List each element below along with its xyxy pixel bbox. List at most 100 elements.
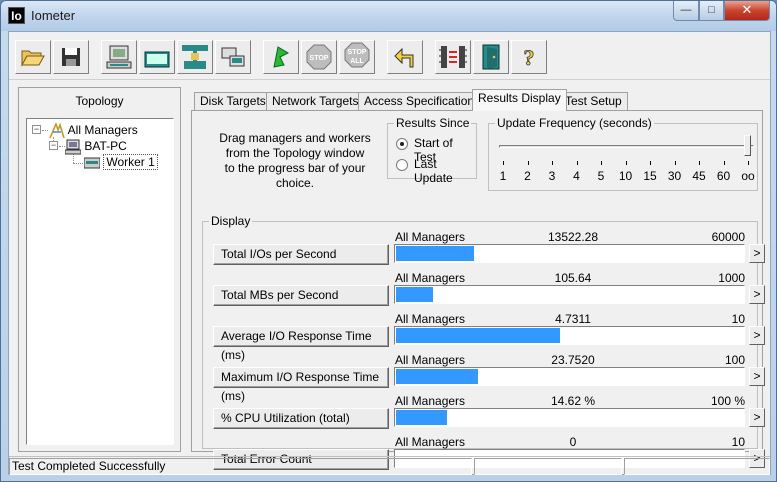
frequency-tick [650, 161, 651, 165]
metric-progress-bar[interactable] [394, 285, 745, 304]
results-display-panel: Drag managers and workers from the Topol… [191, 110, 765, 470]
start-network-worker-button[interactable] [139, 40, 175, 74]
frequency-tick-label: 5 [597, 169, 605, 183]
minimize-button[interactable]: — [673, 1, 699, 21]
frequency-tick [576, 161, 578, 165]
results-since-label: Results Since [394, 116, 472, 130]
open-config-button[interactable] [15, 40, 51, 74]
metric-select-button[interactable]: Average I/O Response Time (ms) [213, 326, 389, 362]
metric-max: 1000 [718, 271, 745, 285]
toolbar: STOP STOP ALL ? [9, 32, 770, 80]
display-group: Display All Managers 13522.28 60000 Total I… [202, 214, 765, 470]
update-frequency-label: Update Frequency (seconds) [495, 116, 654, 130]
frequency-tick-label: 1 [499, 169, 507, 183]
collapse-manager-toggle[interactable]: − [49, 141, 58, 150]
tab-test-setup[interactable]: Test Setup [559, 92, 628, 111]
frequency-tick-label: 10 [618, 169, 633, 183]
folder-open-icon [21, 50, 45, 67]
topology-title: Topology [75, 94, 124, 108]
frequency-tick [503, 161, 504, 165]
metric-more-button[interactable]: > [749, 326, 765, 345]
stop-all-label: STOP [348, 49, 367, 56]
network-worker-icon [144, 51, 170, 68]
metric-more-button[interactable]: > [749, 244, 765, 263]
maximize-button[interactable]: □ [699, 1, 724, 21]
tab-results-display[interactable]: Results Display [472, 89, 567, 111]
metric-progress-fill [396, 287, 433, 302]
metric-progress-fill [396, 328, 560, 343]
status-pane-3 [624, 458, 770, 475]
stop-test-button[interactable]: STOP [301, 40, 337, 74]
metric-max: 10 [731, 312, 745, 326]
frequency-tick-label: 4 [573, 169, 580, 183]
copy-worker-button[interactable] [215, 40, 251, 74]
metric-select-button[interactable]: % CPU Utilization (total) [213, 408, 389, 429]
duplicate-worker-icon [221, 47, 245, 67]
metric-progress-bar[interactable] [394, 367, 745, 386]
tree-node-manager[interactable]: BAT-PC [64, 138, 127, 155]
metric-select-button[interactable]: Total I/Os per Second [213, 244, 389, 265]
metric-max: 60000 [711, 230, 745, 244]
start-tests-button[interactable] [263, 40, 299, 74]
metric-value: 0 [569, 435, 577, 449]
metric-more-button[interactable]: > [749, 408, 765, 427]
title-bar[interactable]: Io Iometer — □ ✕ [1, 1, 776, 31]
worker-label: Worker 1 [103, 154, 158, 170]
metric-select-button[interactable]: Maximum I/O Response Time (ms) [213, 367, 389, 403]
metric-manager-label: All Managers [395, 394, 466, 408]
display-label: Display [209, 214, 253, 228]
tab-network-targets[interactable]: Network Targets [266, 92, 365, 111]
update-frequency-thumb[interactable] [744, 135, 751, 156]
results-since-group: Results Since Start of Test Last Update [387, 116, 477, 185]
last-update-radio[interactable] [396, 159, 408, 171]
frequency-tick-label: 30 [667, 169, 682, 183]
metric-progress-bar[interactable] [394, 408, 745, 427]
metric-value: 14.62 % [550, 394, 596, 408]
manager-computer-icon [64, 139, 82, 155]
metric-max: 100 % [710, 394, 745, 408]
frequency-tick [552, 161, 553, 165]
update-frequency-group: Update Frequency (seconds) 1 2 3 4 5 10 15 30 45… [488, 116, 758, 191]
close-button[interactable]: ✕ [724, 1, 770, 21]
network-pipe-icon [182, 45, 208, 69]
metric-progress-bar[interactable] [394, 326, 745, 345]
tree-node-all-managers[interactable]: All Managers [49, 121, 138, 139]
start-of-test-radio[interactable] [396, 138, 408, 150]
metric-manager-label: All Managers [395, 353, 466, 367]
metric-value: 13522.28 [547, 230, 599, 244]
computer-icon [106, 45, 132, 69]
metric-more-button[interactable]: > [749, 367, 765, 386]
metric-progress-fill [396, 246, 474, 261]
reset-arrow-icon [394, 47, 414, 68]
frequency-tick [748, 161, 749, 165]
tab-access-specifications[interactable]: Access Specifications [358, 92, 487, 111]
metric-more-button[interactable]: > [749, 285, 765, 304]
update-frequency-track[interactable] [499, 145, 754, 148]
last-update-label: Last Update [414, 157, 453, 185]
frequency-tick-label: 3 [548, 169, 556, 183]
topology-tree[interactable]: − All Managers − BAT-PC Worker 1 [26, 118, 174, 445]
metric-select-button[interactable]: Total MBs per Second [213, 285, 389, 306]
metric-max: 100 [724, 353, 745, 367]
stop-all-button[interactable]: STOP ALL [339, 40, 375, 74]
metric-manager-label: All Managers [395, 271, 466, 285]
save-config-button[interactable] [53, 40, 89, 74]
frequency-tick-label: 60 [716, 169, 731, 183]
tree-node-worker[interactable]: Worker 1 [83, 154, 158, 170]
metric-progress-fill [396, 410, 447, 425]
add-network-worker-button[interactable] [177, 40, 213, 74]
disconnect-managers-button[interactable] [435, 40, 471, 74]
app-icon: Io [8, 7, 25, 24]
collapse-all-managers-toggle[interactable]: − [32, 125, 41, 134]
frequency-tick [723, 161, 725, 165]
metric-value: 105.64 [554, 271, 592, 285]
metric-progress-bar[interactable] [394, 244, 745, 263]
stop-sign-icon: STOP [306, 44, 332, 70]
exit-button[interactable] [473, 40, 509, 74]
status-pane-2 [474, 458, 622, 475]
floppy-disk-icon [62, 48, 80, 66]
start-disk-worker-button[interactable] [101, 40, 137, 74]
tab-disk-targets[interactable]: Disk Targets [194, 92, 272, 111]
reset-workers-button[interactable] [387, 40, 423, 74]
about-button[interactable]: ? [511, 40, 547, 74]
